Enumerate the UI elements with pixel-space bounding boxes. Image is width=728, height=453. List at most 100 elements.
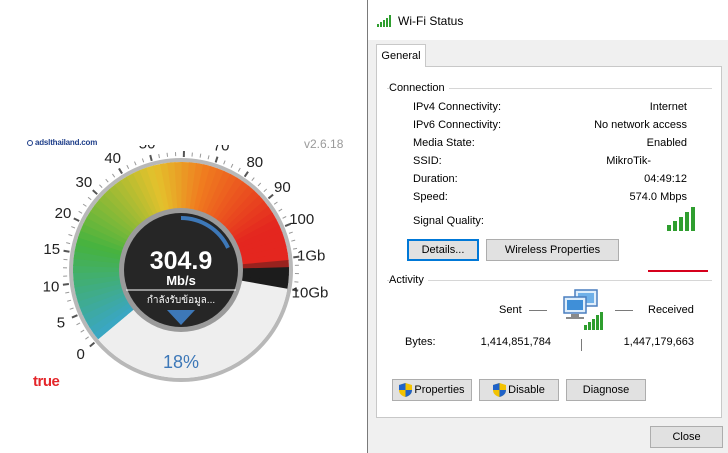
gauge-tick-label: 50 [139,145,156,152]
close-button[interactable]: Close [650,426,723,448]
gauge-minor-tick [251,177,255,181]
received-line [615,310,633,311]
network-computers-icon [563,289,603,330]
duration-label: Duration: [413,173,458,185]
gauge-tick-label: 90 [274,179,291,196]
gauge-tick [89,341,96,348]
gauge-tick-label: 60 [176,145,193,148]
gauge-minor-tick [80,329,85,333]
gauge-minor-tick [76,322,81,326]
title-bar: Wi-Fi Status [368,0,728,40]
gauge-tick [62,283,70,286]
gauge-minor-tick [207,155,210,160]
signal-quality-label: Signal Quality: [413,215,484,227]
speedtest-panel: adslthailand.com v2.6.18 051015203040506… [0,0,366,453]
bytes-sent-value: 1,414,851,784 [480,336,551,348]
wifi-status-dialog: Wi-Fi Status General Connection IPv4 Con… [367,0,728,453]
disable-button-label: Disable [508,384,545,396]
ipv4-value: Internet [649,101,687,113]
ipv6-value: No network access [594,119,687,131]
gauge-tick-label: 10 [43,278,60,295]
activity-heading: Activity [389,274,428,286]
gauge-minor-tick [158,154,160,159]
ipv6-label: IPv6 Connectivity: [413,119,502,131]
gauge-minor-tick [291,239,296,242]
tab-general[interactable]: General [376,44,426,67]
gauge-minor-tick [230,163,234,168]
gauge-tick [92,189,98,195]
gauge-minor-tick [87,196,92,201]
gauge-tick-label: 80 [246,154,263,171]
gauge-tick [118,167,123,175]
media-state-label: Media State: [413,137,475,149]
gauge-minor-tick [141,158,145,163]
speed-value: 304.9 [150,247,213,275]
diagnose-button[interactable]: Diagnose [566,379,646,401]
details-button[interactable]: Details... [407,239,479,261]
speed-highlight-underline [648,270,708,272]
signal-bars-icon [377,15,391,27]
window-title: Wi-Fi Status [398,14,464,28]
disable-button[interactable]: Disable [479,379,559,401]
duration-value: 04:49:12 [644,173,687,185]
gauge-minor-tick [99,184,103,188]
bytes-separator [581,339,582,351]
percent-label: 18% [163,352,199,372]
gauge-minor-tick [69,307,74,310]
gauge-minor-tick [85,336,89,340]
gauge-minor-tick [288,231,293,234]
gauge-tick-label: 10Gb [292,285,329,302]
bytes-label: Bytes: [405,336,436,348]
general-tab-panel: Connection IPv4 Connectivity: Internet I… [376,66,722,418]
true-logo: true [33,373,60,390]
gauge-minor-tick [134,161,137,166]
ssid-value: MikroTik- [606,155,651,167]
gauge-minor-tick [65,291,70,294]
gauge-tick [149,154,153,162]
activity-divider [387,280,712,281]
gauge-minor-tick [105,178,109,183]
gauge-tick-label: 5 [57,314,65,331]
ipv4-label: IPv4 Connectivity: [413,101,502,113]
gauge-minor-tick [82,203,87,207]
gauge-tick-label: 70 [213,145,230,154]
gauge-minor-tick [273,201,278,205]
signal-quality-icon [667,207,695,231]
speed-unit: Mb/s [166,273,196,288]
gauge-minor-tick [263,188,268,193]
gauge-tick [73,217,80,222]
gauge-minor-tick [237,167,241,172]
bytes-received-value: 1,447,179,663 [623,336,694,348]
gauge-minor-tick [278,208,283,212]
media-state-value: Enabled [646,137,687,149]
gauge-minor-tick [112,173,116,178]
gauge-minor-tick [223,160,226,165]
gauge-minor-tick [67,299,72,302]
gauge-tick-label: 30 [76,174,93,191]
sent-label: Sent [499,304,522,316]
ssid-label: SSID: [413,155,442,167]
gauge-minor-tick [126,164,130,169]
received-label: Received [648,304,694,316]
gauge-tick [71,314,78,319]
shield-icon [493,383,507,397]
gauge-tick-label: 15 [43,241,60,258]
speed-label: Speed: [413,191,448,203]
gauge-tick-label: 40 [104,150,121,167]
gauge-tick [243,171,249,178]
gauge-minor-tick [78,210,83,214]
status-text: กำลังรับข้อมูล... [147,294,215,306]
gauge-minor-tick [257,182,262,187]
gauge-tick [267,193,274,200]
speed-value: 574.0 Mbps [629,191,687,203]
gauge-minor-tick [199,153,202,158]
shield-icon [399,383,413,397]
gauge-minor-tick [71,226,76,229]
connection-heading: Connection [389,82,449,94]
gauge-minor-tick [68,234,73,237]
properties-button[interactable]: Properties [392,379,472,401]
gauge-minor-tick [282,216,287,219]
wireless-properties-button[interactable]: Wireless Properties [486,239,619,261]
gauge-tick-label: 1Gb [297,247,325,264]
gauge-minor-tick [66,242,71,245]
